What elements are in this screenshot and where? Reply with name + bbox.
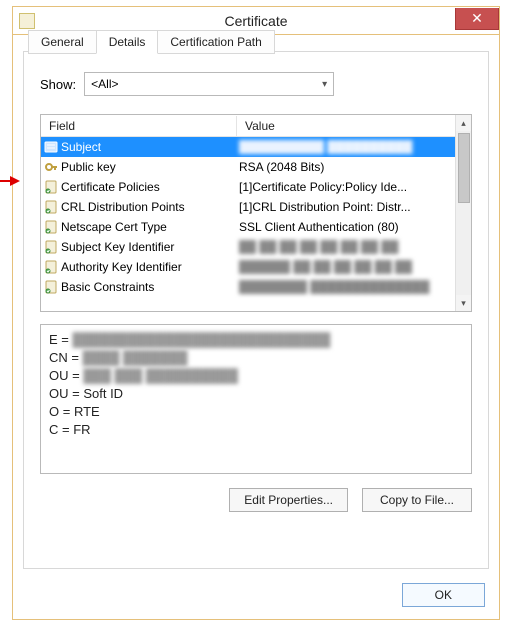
row-field: Certificate Policies — [61, 180, 239, 194]
key-icon — [43, 159, 59, 175]
row-field: Subject Key Identifier — [61, 240, 239, 254]
detail-line: E = ████████████████████████████ — [49, 331, 463, 349]
detail-textbox[interactable]: E = ████████████████████████████CN = ███… — [40, 324, 472, 474]
basic-icon — [43, 279, 59, 295]
detail-line: O = RTE — [49, 403, 463, 421]
listview-scrollbar[interactable]: ▴ ▾ — [455, 115, 471, 311]
show-filter-combo[interactable]: <All> ▾ — [84, 72, 334, 96]
policy-icon — [43, 179, 59, 195]
tabstrip: General Details Certification Path — [28, 30, 274, 54]
row-field: Netscape Cert Type — [61, 220, 239, 234]
tab-client-area: General Details Certification Path Show:… — [23, 51, 489, 569]
col-header-field[interactable]: Field — [41, 116, 237, 136]
scroll-up-icon[interactable]: ▴ — [456, 115, 471, 131]
table-row[interactable]: Netscape Cert TypeSSL Client Authenticat… — [41, 217, 471, 237]
table-row[interactable]: Certificate Policies[1]Certificate Polic… — [41, 177, 471, 197]
table-row[interactable]: Subject Key Identifier██ ██ ██ ██ ██ ██ … — [41, 237, 471, 257]
fields-listview[interactable]: Field Value Subject██████████ ██████████… — [40, 114, 472, 312]
aki-icon — [43, 259, 59, 275]
detail-line: OU = ███ ███ ██████████ — [49, 367, 463, 385]
row-field: Public key — [61, 160, 239, 174]
row-value: ██████ ██ ██ ██ ██ ██ ██ — [239, 260, 471, 274]
edit-properties-button[interactable]: Edit Properties... — [229, 488, 348, 512]
table-row[interactable]: CRL Distribution Points[1]CRL Distributi… — [41, 197, 471, 217]
subject-icon — [43, 139, 59, 155]
table-row[interactable]: Public keyRSA (2048 Bits) — [41, 157, 471, 177]
row-field: Subject — [61, 140, 239, 154]
certificate-icon — [19, 13, 35, 29]
table-row[interactable]: Subject██████████ ██████████ — [41, 137, 471, 157]
chevron-down-icon: ▾ — [322, 79, 327, 90]
row-field: Authority Key Identifier — [61, 260, 239, 274]
row-value: ██ ██ ██ ██ ██ ██ ██ ██ — [239, 240, 471, 254]
copy-to-file-button[interactable]: Copy to File... — [362, 488, 472, 512]
listview-header: Field Value — [41, 115, 471, 137]
col-header-value[interactable]: Value — [237, 116, 471, 136]
detail-line: OU = Soft ID — [49, 385, 463, 403]
detail-line: CN = ████ ███████ — [49, 349, 463, 367]
scroll-thumb[interactable] — [458, 133, 470, 203]
show-label: Show: — [40, 77, 76, 92]
scroll-down-icon[interactable]: ▾ — [456, 295, 471, 311]
row-value: [1]CRL Distribution Point: Distr... — [239, 200, 471, 214]
row-value: [1]Certificate Policy:Policy Ide... — [239, 180, 471, 194]
table-row[interactable]: Basic Constraints████████ ██████████████ — [41, 277, 471, 297]
row-value: RSA (2048 Bits) — [239, 160, 471, 174]
tab-certification-path[interactable]: Certification Path — [157, 30, 274, 54]
detail-line: C = FR — [49, 421, 463, 439]
window-title: Certificate — [13, 13, 499, 29]
table-row[interactable]: Authority Key Identifier██████ ██ ██ ██ … — [41, 257, 471, 277]
crl-icon — [43, 199, 59, 215]
row-field: CRL Distribution Points — [61, 200, 239, 214]
row-value: SSL Client Authentication (80) — [239, 220, 471, 234]
row-field: Basic Constraints — [61, 280, 239, 294]
row-value: ██████████ ██████████ — [239, 140, 471, 154]
show-filter-value: <All> — [91, 77, 118, 91]
close-button[interactable]: ✕ — [455, 8, 499, 30]
tab-general[interactable]: General — [28, 30, 97, 54]
row-value: ████████ ██████████████ — [239, 280, 471, 294]
tab-details[interactable]: Details — [96, 30, 159, 54]
ski-icon — [43, 239, 59, 255]
ok-button[interactable]: OK — [402, 583, 485, 607]
netscape-icon — [43, 219, 59, 235]
